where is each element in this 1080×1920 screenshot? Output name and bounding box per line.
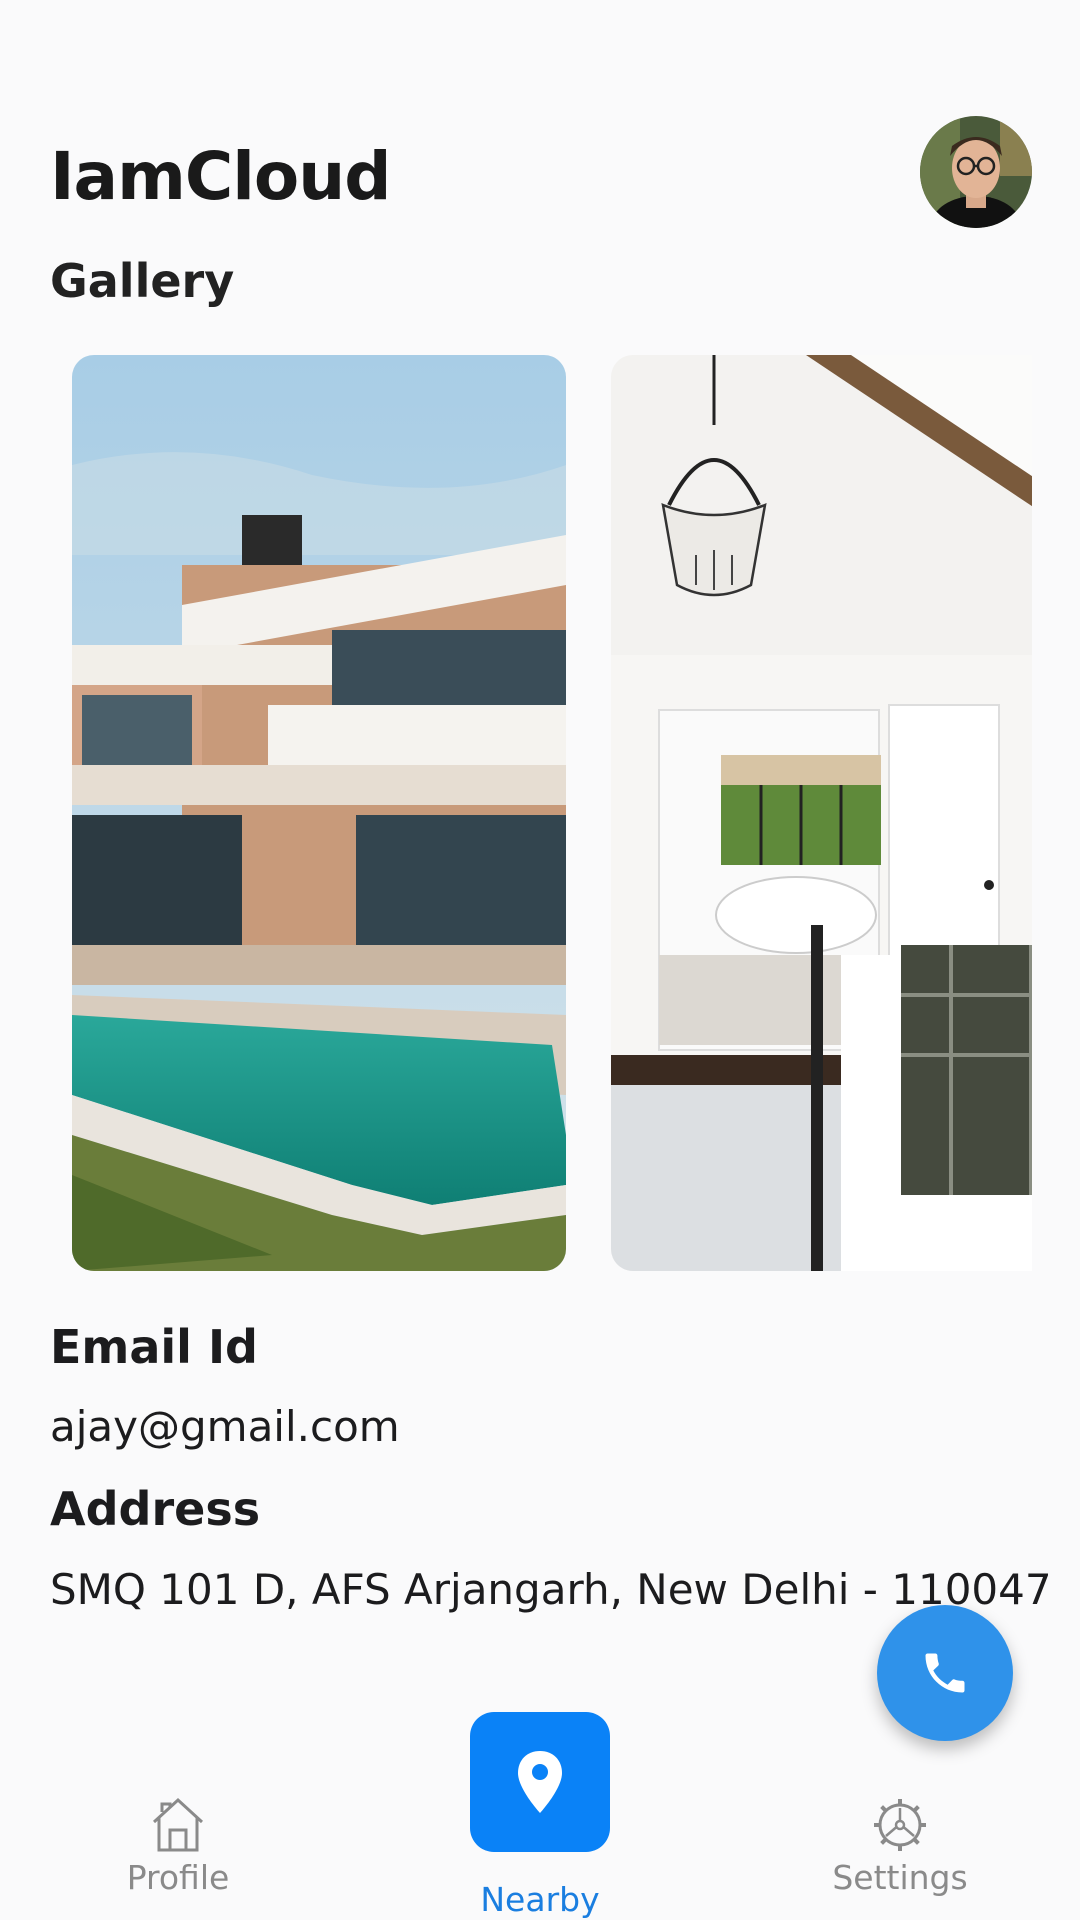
email-value: ajay@gmail.com [50,1402,400,1451]
modern-villa-with-pool-image[interactable] [72,355,566,1271]
gallery-title: Gallery [50,254,235,308]
email-label: Email Id [50,1320,258,1374]
bedroom-interior-image[interactable] [611,355,1032,1271]
address-value: SMQ 101 D, AFS Arjangarh, New Delhi - 11… [50,1565,1052,1614]
nav-label-nearby: Nearby [480,1880,600,1919]
address-label: Address [50,1482,261,1536]
gear-icon [874,1799,926,1851]
app-title: IamCloud [50,138,391,215]
call-button[interactable] [877,1605,1013,1741]
nav-item-settings[interactable]: Settings [820,1796,980,1897]
home-icon [152,1797,204,1852]
gallery-carousel[interactable] [72,355,1032,1271]
avatar[interactable] [920,116,1032,228]
nav-item-profile[interactable]: Profile [108,1796,248,1897]
location-pin-icon [518,1751,562,1813]
nav-label-settings: Settings [832,1858,968,1897]
phone-icon [925,1653,965,1693]
nav-label-profile: Profile [126,1858,230,1897]
nav-item-nearby[interactable] [470,1712,610,1852]
